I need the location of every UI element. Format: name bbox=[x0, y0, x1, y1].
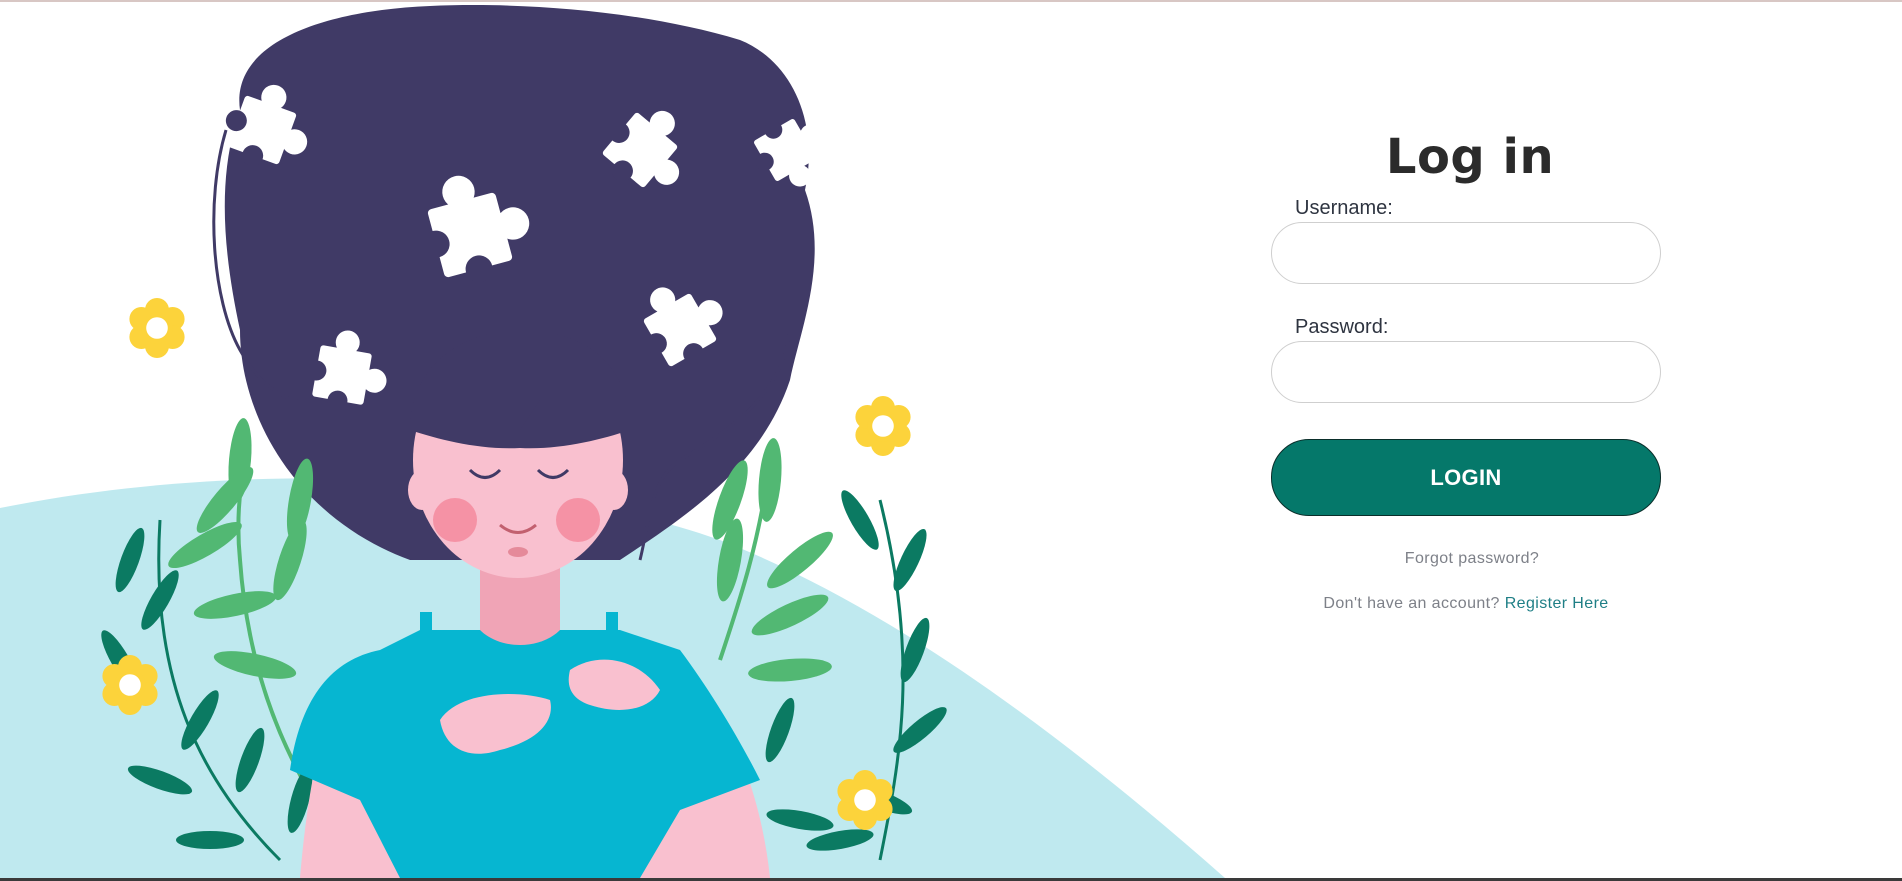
forgot-password-link[interactable]: Forgot password? bbox=[1283, 550, 1661, 568]
login-button[interactable]: LOGIN bbox=[1271, 439, 1661, 516]
register-link[interactable]: Register Here bbox=[1505, 595, 1609, 612]
username-input[interactable] bbox=[1271, 222, 1661, 284]
hero-illustration bbox=[0, 5, 1225, 878]
password-label: Password: bbox=[1295, 316, 1389, 338]
username-label: Username: bbox=[1295, 197, 1393, 219]
login-form: Log in Username: Password: LOGIN Forgot … bbox=[1271, 126, 1661, 613]
page-title: Log in bbox=[1385, 129, 1555, 185]
password-input[interactable] bbox=[1271, 341, 1661, 403]
register-prompt: Don't have an account? Register Here bbox=[1271, 595, 1661, 613]
no-account-text: Don't have an account? bbox=[1323, 595, 1500, 612]
